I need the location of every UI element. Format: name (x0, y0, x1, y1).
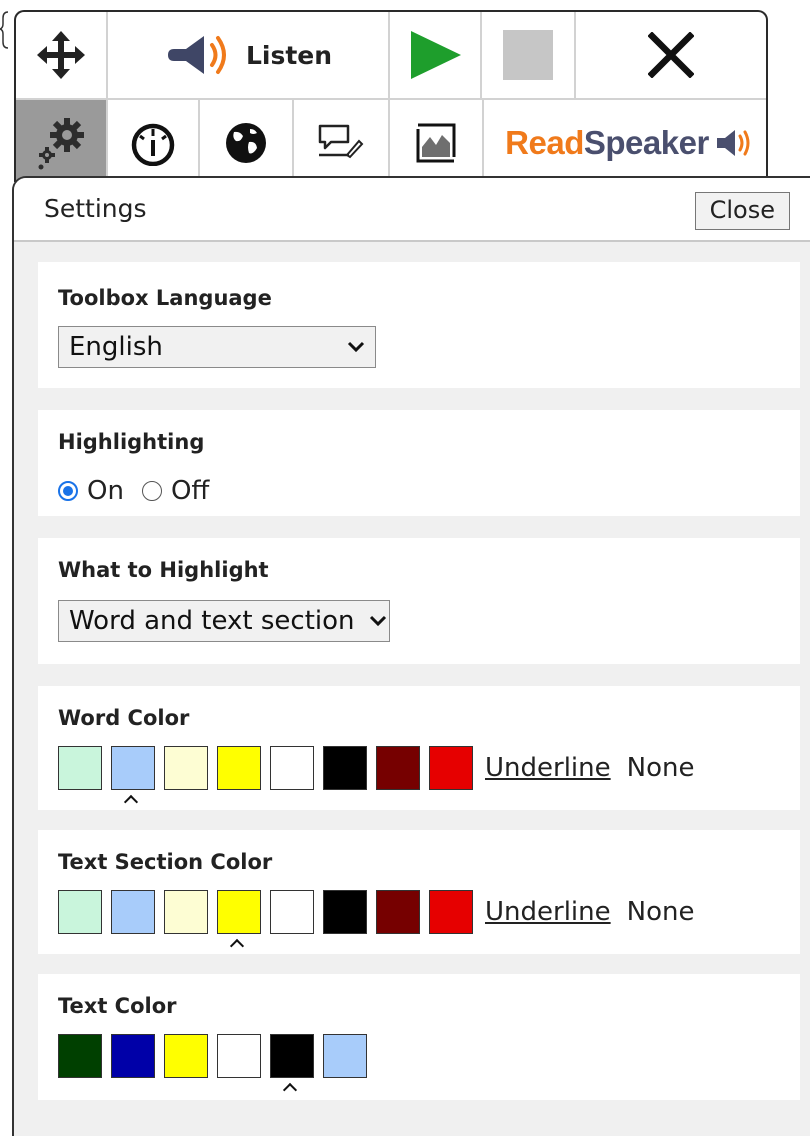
picture-button[interactable] (390, 100, 484, 182)
text-color-label: Text Color (58, 994, 177, 1018)
color-swatch[interactable] (270, 1034, 314, 1078)
color-swatch[interactable] (270, 890, 314, 934)
settings-header: Settings Close (14, 178, 810, 242)
color-swatch[interactable] (376, 746, 420, 790)
settings-panel: Settings Close Toolbox Language English … (12, 176, 810, 1136)
color-swatch[interactable] (164, 890, 208, 934)
readspeaker-logo[interactable]: ReadSpeaker (484, 100, 766, 182)
toolbox-language-label: Toolbox Language (58, 286, 272, 310)
readspeaker-toolbar: Listen ReadSpeaker (14, 10, 768, 182)
move-icon (37, 31, 85, 79)
gauge-icon (131, 123, 175, 166)
what-to-highlight-label: What to Highlight (58, 558, 269, 582)
text-mode-button[interactable] (294, 100, 390, 182)
speed-button[interactable] (108, 100, 200, 182)
listen-button[interactable]: Listen (108, 12, 390, 100)
section-none-option[interactable]: None (627, 897, 695, 927)
word-none-option[interactable]: None (627, 753, 695, 783)
color-swatch[interactable] (111, 890, 155, 934)
logo-speaker-icon (716, 130, 750, 156)
language-button[interactable] (200, 100, 294, 182)
color-swatch[interactable] (323, 746, 367, 790)
color-swatch[interactable] (429, 890, 473, 934)
text-color-section: Text Color (38, 974, 800, 1100)
color-swatch[interactable] (217, 1034, 261, 1078)
close-button[interactable]: Close (694, 192, 790, 230)
color-swatch[interactable] (111, 1034, 155, 1078)
brand-read: Read (505, 124, 584, 161)
highlighting-on-radio[interactable] (58, 481, 78, 501)
color-swatch[interactable] (111, 746, 155, 790)
word-color-swatches: Underline None (58, 746, 694, 790)
color-swatch[interactable] (58, 746, 102, 790)
color-swatch[interactable] (323, 890, 367, 934)
word-color-section: Word Color Underline None (38, 686, 800, 810)
play-icon (411, 31, 461, 79)
annotation-icon (318, 124, 364, 159)
stop-icon (503, 30, 553, 80)
play-button[interactable] (390, 12, 482, 100)
color-swatch[interactable] (58, 890, 102, 934)
highlighting-off-radio[interactable] (141, 481, 162, 501)
text-section-color-swatches: Underline None (58, 890, 694, 934)
stop-button[interactable] (482, 12, 576, 100)
color-swatch[interactable] (429, 746, 473, 790)
color-swatch[interactable] (217, 890, 261, 934)
what-to-highlight-select[interactable]: Word and text section (58, 600, 390, 642)
close-toolbar-button[interactable] (576, 12, 766, 100)
what-to-highlight-value: Word and text section (69, 606, 355, 636)
text-color-swatches (58, 1034, 376, 1078)
language-select-value: English (69, 332, 163, 362)
word-color-label: Word Color (58, 706, 190, 730)
text-section-color-label: Text Section Color (58, 850, 273, 874)
chevron-down-icon (347, 341, 365, 353)
gear-icon (38, 118, 84, 170)
word-underline-option[interactable]: Underline (485, 753, 611, 783)
highlighting-radio-group: On Off (58, 476, 209, 506)
speaker-icon (167, 36, 226, 74)
what-to-highlight-section: What to Highlight Word and text section (38, 538, 800, 664)
color-swatch[interactable] (164, 746, 208, 790)
color-swatch[interactable] (376, 890, 420, 934)
text-section-color-section: Text Section Color Underline None (38, 830, 800, 954)
globe-icon (226, 123, 266, 163)
settings-button[interactable] (16, 100, 108, 182)
highlighting-on-label: On (87, 476, 124, 506)
settings-title: Settings (44, 194, 147, 223)
move-button[interactable] (16, 12, 108, 100)
color-swatch[interactable] (270, 746, 314, 790)
close-icon (648, 32, 694, 78)
listen-label: Listen (245, 40, 333, 70)
chevron-down-icon (369, 615, 387, 627)
color-swatch[interactable] (58, 1034, 102, 1078)
section-underline-option[interactable]: Underline (485, 897, 611, 927)
color-swatch[interactable] (323, 1034, 367, 1078)
color-swatch[interactable] (164, 1034, 208, 1078)
toolbox-language-section: Toolbox Language English (38, 262, 800, 388)
language-select[interactable]: English (58, 326, 376, 368)
highlighting-section: Highlighting On Off (38, 410, 800, 516)
highlighting-off-label: Off (170, 476, 210, 506)
image-icon (416, 123, 456, 163)
highlighting-label: Highlighting (58, 430, 205, 454)
color-swatch[interactable] (217, 746, 261, 790)
brand-speaker: Speaker (583, 124, 709, 161)
panel-edge-bracket (0, 11, 9, 49)
